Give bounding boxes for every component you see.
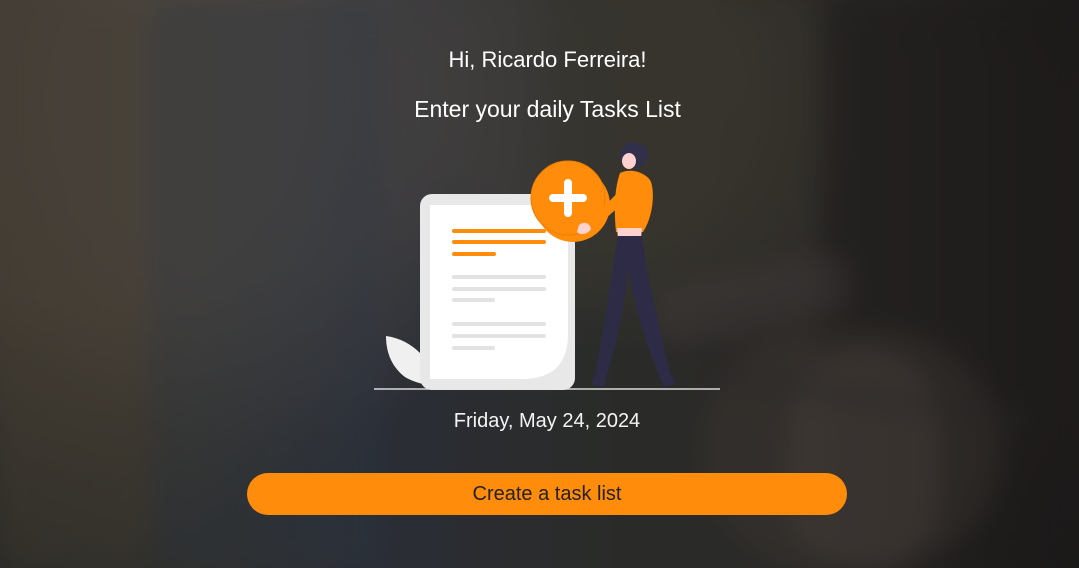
person-pants — [594, 236, 672, 383]
person-face — [622, 153, 636, 169]
create-task-list-button[interactable]: Create a task list — [247, 473, 847, 515]
task-list-illustration — [374, 142, 720, 390]
plus-icon — [549, 194, 587, 202]
task-start-screen: Hi, Ricardo Ferreira! Enter your daily T… — [0, 0, 1079, 568]
greeting-text: Hi, Ricardo Ferreira! — [448, 47, 647, 72]
document-line — [452, 346, 495, 350]
main-content: Hi, Ricardo Ferreira! Enter your daily T… — [0, 0, 1079, 568]
document-line — [452, 252, 496, 256]
document-line — [452, 298, 495, 302]
document-line — [452, 287, 546, 291]
document-line — [452, 240, 546, 244]
document-line — [452, 322, 546, 326]
document-line — [452, 275, 546, 279]
document-line — [452, 334, 546, 338]
subtitle-text: Enter your daily Tasks List — [414, 96, 681, 122]
current-date: Friday, May 24, 2024 — [453, 410, 641, 432]
document-line — [452, 229, 546, 233]
